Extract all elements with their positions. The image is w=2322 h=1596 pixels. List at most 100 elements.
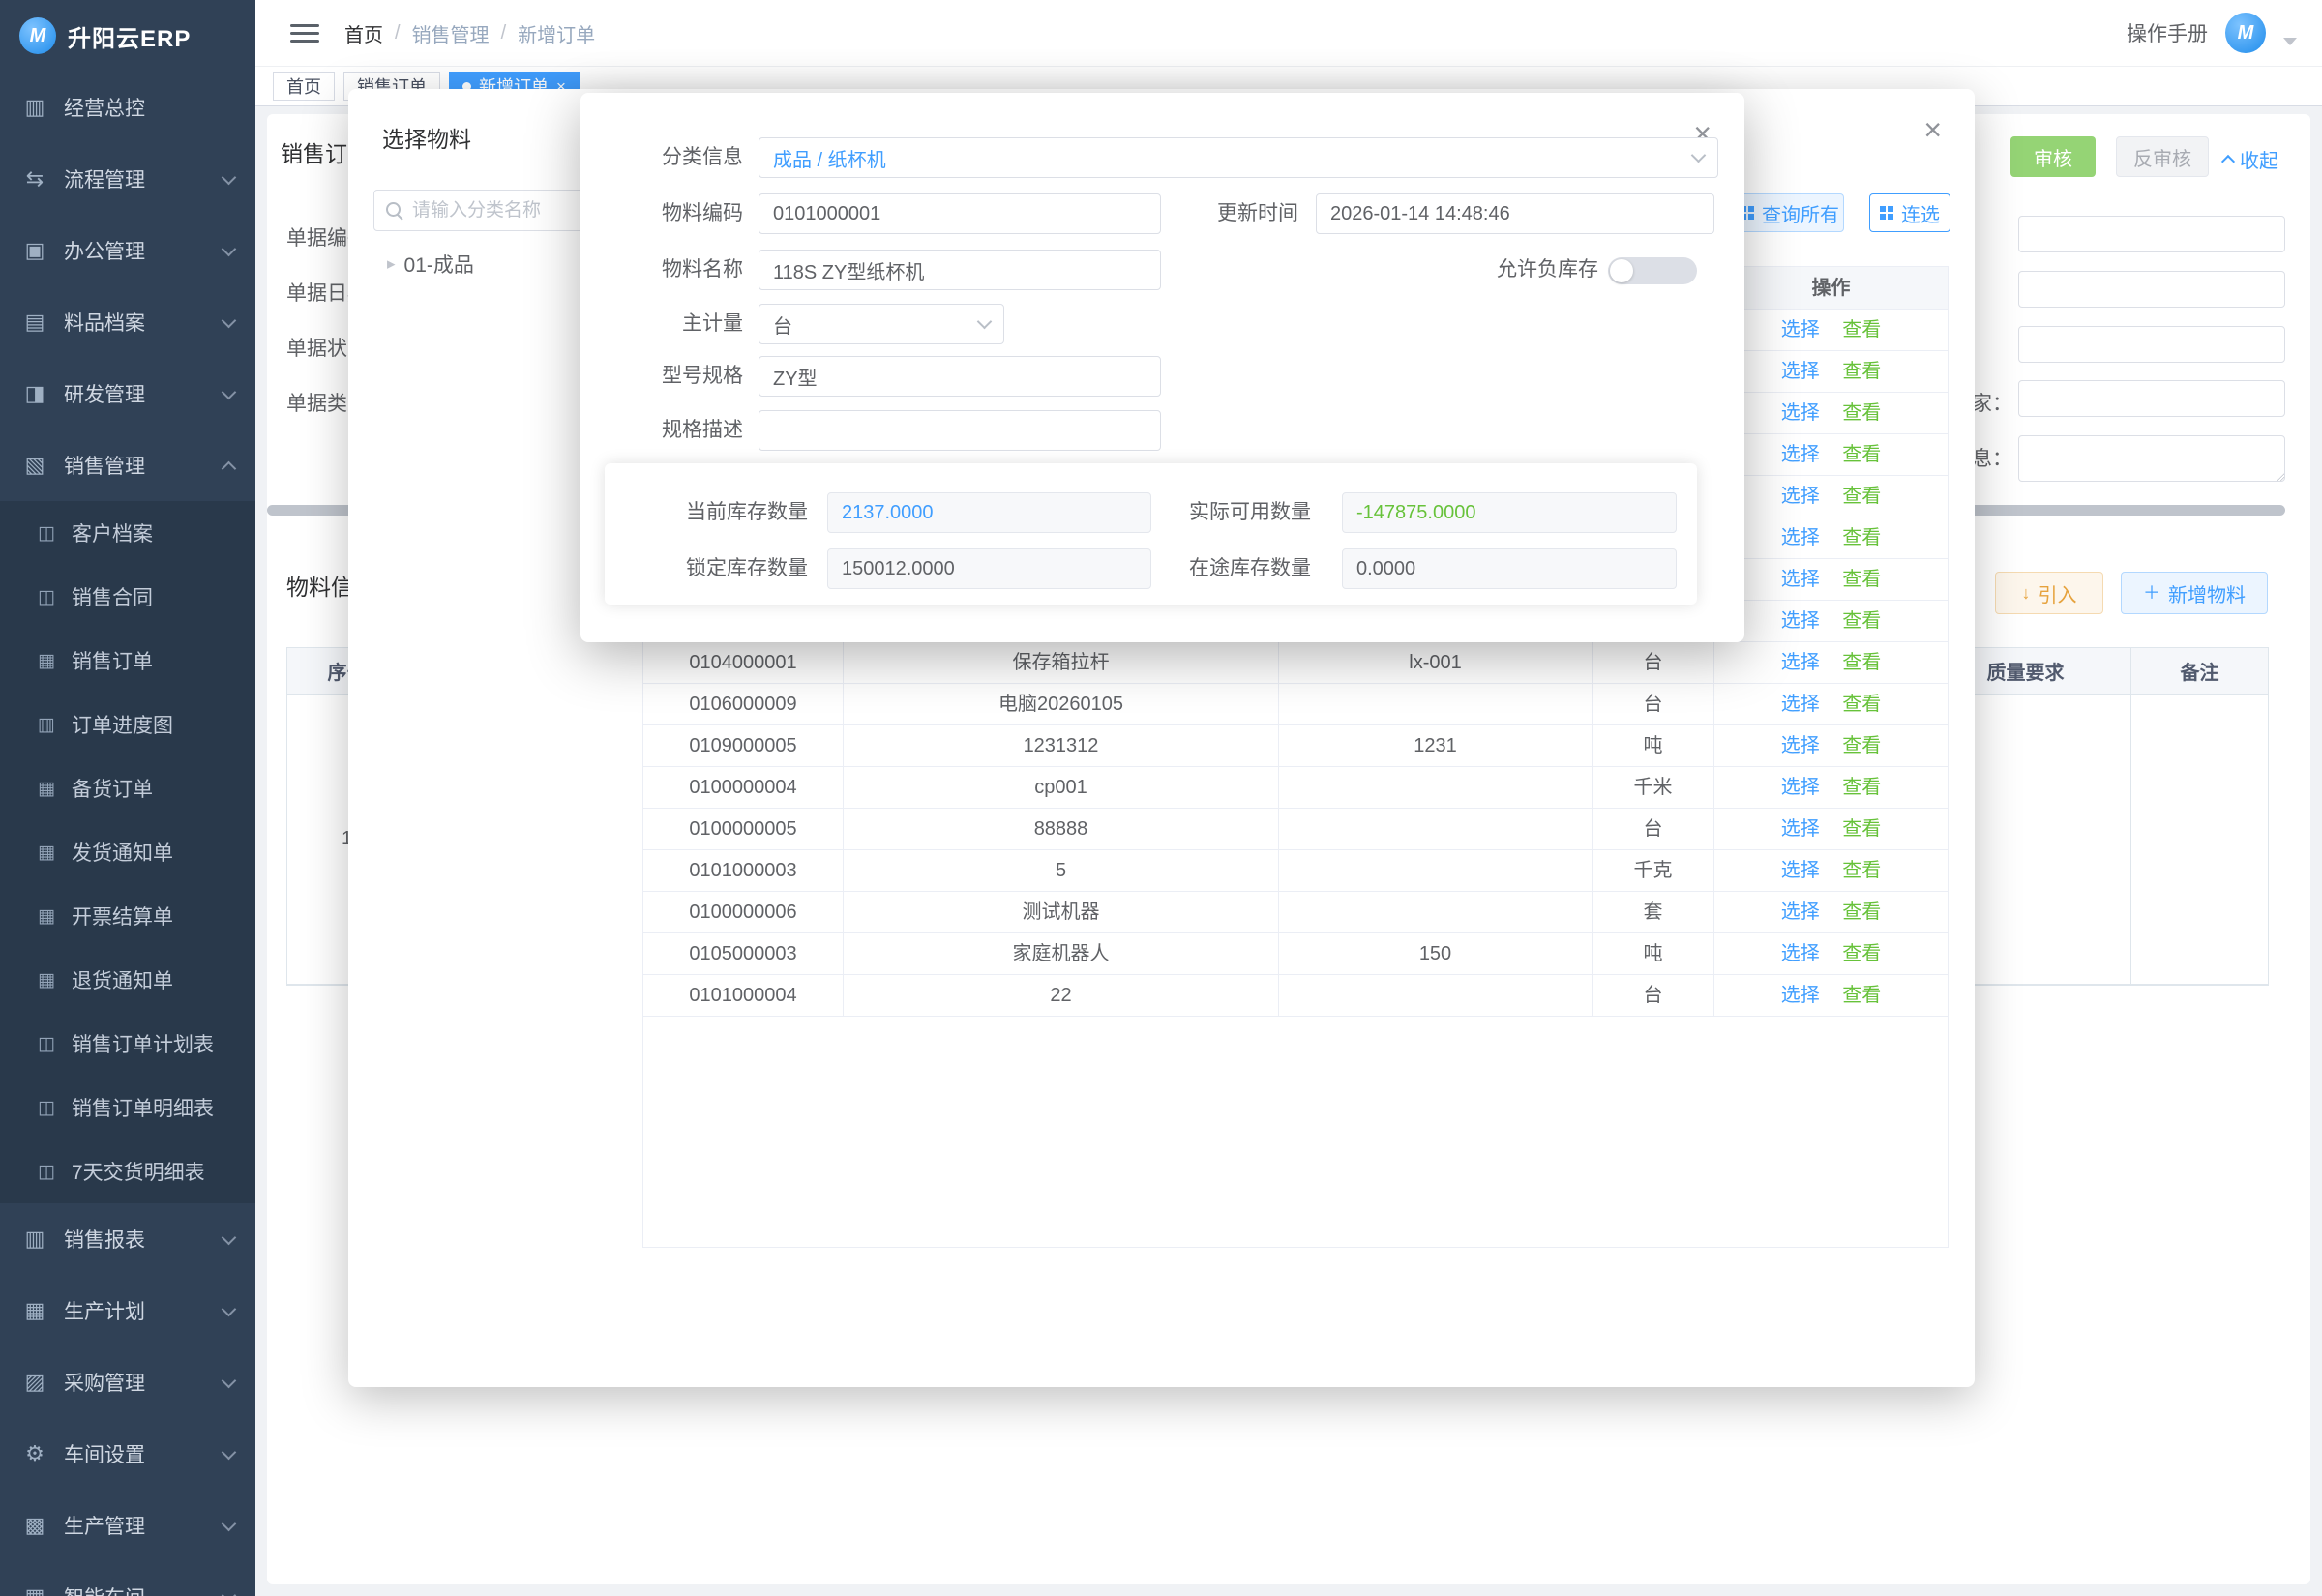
sidebar-item-sales-mgmt[interactable]: ▧ 销售管理 <box>0 429 255 501</box>
order-field-input[interactable] <box>2018 271 2285 308</box>
sidebar-item-smart-workshop[interactable]: ▦ 智能车间 <box>0 1561 255 1596</box>
vendor-input[interactable] <box>2018 380 2285 417</box>
app-logo-icon: M <box>19 17 56 54</box>
menu-icon: ▥ <box>35 714 58 736</box>
view-material-link[interactable]: 查看 <box>1842 860 1881 881</box>
sidebar-item-return-notice[interactable]: ▦ 退货通知单 <box>0 948 255 1012</box>
unaudit-button[interactable]: 反审核 <box>2116 136 2209 177</box>
menu-collapse-icon[interactable] <box>290 24 319 43</box>
tab-0[interactable]: 首页 <box>273 72 335 101</box>
query-all-button[interactable]: 查询所有 <box>1736 193 1844 232</box>
sidebar-item-label: 研发管理 <box>64 379 145 408</box>
view-material-link[interactable]: 查看 <box>1842 777 1881 798</box>
locked-stock-label: 锁定库存数量 <box>614 548 808 589</box>
audit-button[interactable]: 审核 <box>2010 136 2096 177</box>
select-material-link[interactable]: 选择 <box>1781 985 1820 1006</box>
category-search-input[interactable] <box>412 200 557 222</box>
unit-select[interactable]: 台 <box>759 304 1004 344</box>
sidebar-item-stock-order[interactable]: ▦ 备货订单 <box>0 756 255 820</box>
select-material-link[interactable]: 选择 <box>1781 486 1820 507</box>
select-material-link[interactable]: 选择 <box>1781 361 1820 382</box>
sidebar-item-sales-report[interactable]: ▥ 销售报表 <box>0 1203 255 1275</box>
material-table-row: 0105000003 家庭机器人 150 吨 选择 查看 <box>643 933 1948 975</box>
select-material-link[interactable]: 选择 <box>1781 527 1820 548</box>
select-material-link[interactable]: 选择 <box>1781 319 1820 340</box>
sidebar-item-sales-order-plan[interactable]: ◫ 销售订单计划表 <box>0 1012 255 1076</box>
select-material-link[interactable]: 选择 <box>1781 735 1820 756</box>
import-button[interactable]: ↓引入 <box>1995 572 2103 614</box>
view-material-link[interactable]: 查看 <box>1842 444 1881 465</box>
select-material-link[interactable]: 选择 <box>1781 610 1820 632</box>
caret-right-icon[interactable]: ▸ <box>387 254 396 274</box>
sidebar-item-sales-contract[interactable]: ◫ 销售合同 <box>0 565 255 629</box>
breadcrumb-item[interactable]: 销售管理 <box>412 19 490 47</box>
sidebar-item-production-plan[interactable]: ▦ 生产计划 <box>0 1275 255 1346</box>
spec-input[interactable] <box>759 410 1161 451</box>
sidebar-item-material-archive[interactable]: ▤ 料品档案 <box>0 286 255 358</box>
updated-input[interactable]: 2026-01-14 14:48:46 <box>1316 193 1714 234</box>
sidebar-item-production-mgmt[interactable]: ▩ 生产管理 <box>0 1490 255 1561</box>
chevron-icon <box>222 384 237 399</box>
view-material-link[interactable]: 查看 <box>1842 735 1881 756</box>
avatar[interactable]: M <box>2225 13 2266 53</box>
remark-textarea[interactable] <box>2018 435 2285 482</box>
view-material-link[interactable]: 查看 <box>1842 569 1881 590</box>
sidebar-item-customer-archive[interactable]: ◫ 客户档案 <box>0 501 255 565</box>
sidebar-item-sales-order[interactable]: ▦ 销售订单 <box>0 629 255 693</box>
add-material-button[interactable]: ＋新增物料 <box>2121 572 2268 614</box>
sidebar-item-order-progress[interactable]: ▥ 订单进度图 <box>0 693 255 756</box>
sidebar-item-invoice-settlement[interactable]: ▦ 开票结算单 <box>0 884 255 948</box>
material-actions-cell: 选择 查看 <box>1714 393 1948 433</box>
code-input[interactable]: 0101000001 <box>759 193 1161 234</box>
sidebar-item-rd-mgmt[interactable]: ◨ 研发管理 <box>0 358 255 429</box>
view-material-link[interactable]: 查看 <box>1842 402 1881 424</box>
name-input[interactable]: 118S ZY型纸杯机 <box>759 250 1161 290</box>
sidebar-item-label: 采购管理 <box>64 1368 145 1397</box>
menu-icon: ▥ <box>21 95 48 120</box>
menu-icon: ▨ <box>21 1370 48 1395</box>
menu-icon: ▦ <box>35 905 58 928</box>
neg-stock-toggle[interactable] <box>1608 257 1697 284</box>
select-material-link[interactable]: 选择 <box>1781 652 1820 673</box>
breadcrumb-item[interactable]: 首页 <box>344 19 383 47</box>
select-material-link[interactable]: 选择 <box>1781 943 1820 964</box>
view-material-link[interactable]: 查看 <box>1842 610 1881 632</box>
select-material-link[interactable]: 选择 <box>1781 901 1820 923</box>
view-material-link[interactable]: 查看 <box>1842 901 1881 923</box>
close-icon[interactable]: × <box>1923 114 1942 145</box>
select-material-link[interactable]: 选择 <box>1781 569 1820 590</box>
sidebar-item-workshop-settings[interactable]: ⚙ 车间设置 <box>0 1418 255 1490</box>
select-material-link[interactable]: 选择 <box>1781 402 1820 424</box>
sidebar-item-purchase-mgmt[interactable]: ▨ 采购管理 <box>0 1346 255 1418</box>
select-material-link[interactable]: 选择 <box>1781 444 1820 465</box>
category-tree-node[interactable]: ▸ 01-成品 <box>387 250 474 279</box>
sidebar-item-sales-order-detail[interactable]: ◫ 销售订单明细表 <box>0 1076 255 1139</box>
select-material-link[interactable]: 选择 <box>1781 777 1820 798</box>
sidebar-item-process-mgmt[interactable]: ⇆ 流程管理 <box>0 143 255 215</box>
collapse-link[interactable]: 收起 <box>2223 145 2278 173</box>
select-material-link[interactable]: 选择 <box>1781 694 1820 715</box>
view-material-link[interactable]: 查看 <box>1842 527 1881 548</box>
view-material-link[interactable]: 查看 <box>1842 486 1881 507</box>
view-material-link[interactable]: 查看 <box>1842 652 1881 673</box>
order-field-input[interactable] <box>2018 326 2285 363</box>
view-material-link[interactable]: 查看 <box>1842 361 1881 382</box>
view-material-link[interactable]: 查看 <box>1842 319 1881 340</box>
sidebar-item-seven-day-delivery[interactable]: ◫ 7天交货明细表 <box>0 1139 255 1203</box>
order-field-input[interactable] <box>2018 216 2285 252</box>
view-material-link[interactable]: 查看 <box>1842 943 1881 964</box>
sidebar-item-business-overview[interactable]: ▥ 经营总控 <box>0 72 255 143</box>
view-material-link[interactable]: 查看 <box>1842 985 1881 1006</box>
category-select[interactable]: 成品 / 纸杯机 <box>759 137 1718 178</box>
view-material-link[interactable]: 查看 <box>1842 818 1881 840</box>
multi-select-button[interactable]: 连选 <box>1869 193 1950 232</box>
sidebar-item-delivery-notice[interactable]: ▦ 发货通知单 <box>0 820 255 884</box>
sidebar-item-office-mgmt[interactable]: ▣ 办公管理 <box>0 215 255 286</box>
view-material-link[interactable]: 查看 <box>1842 694 1881 715</box>
material-name-cell: 电脑20260105 <box>844 684 1279 724</box>
model-input[interactable]: ZY型 <box>759 356 1161 397</box>
select-material-link[interactable]: 选择 <box>1781 818 1820 840</box>
select-material-link[interactable]: 选择 <box>1781 860 1820 881</box>
chevron-down-icon[interactable] <box>2283 38 2297 45</box>
manual-link[interactable]: 操作手册 <box>2127 18 2208 47</box>
